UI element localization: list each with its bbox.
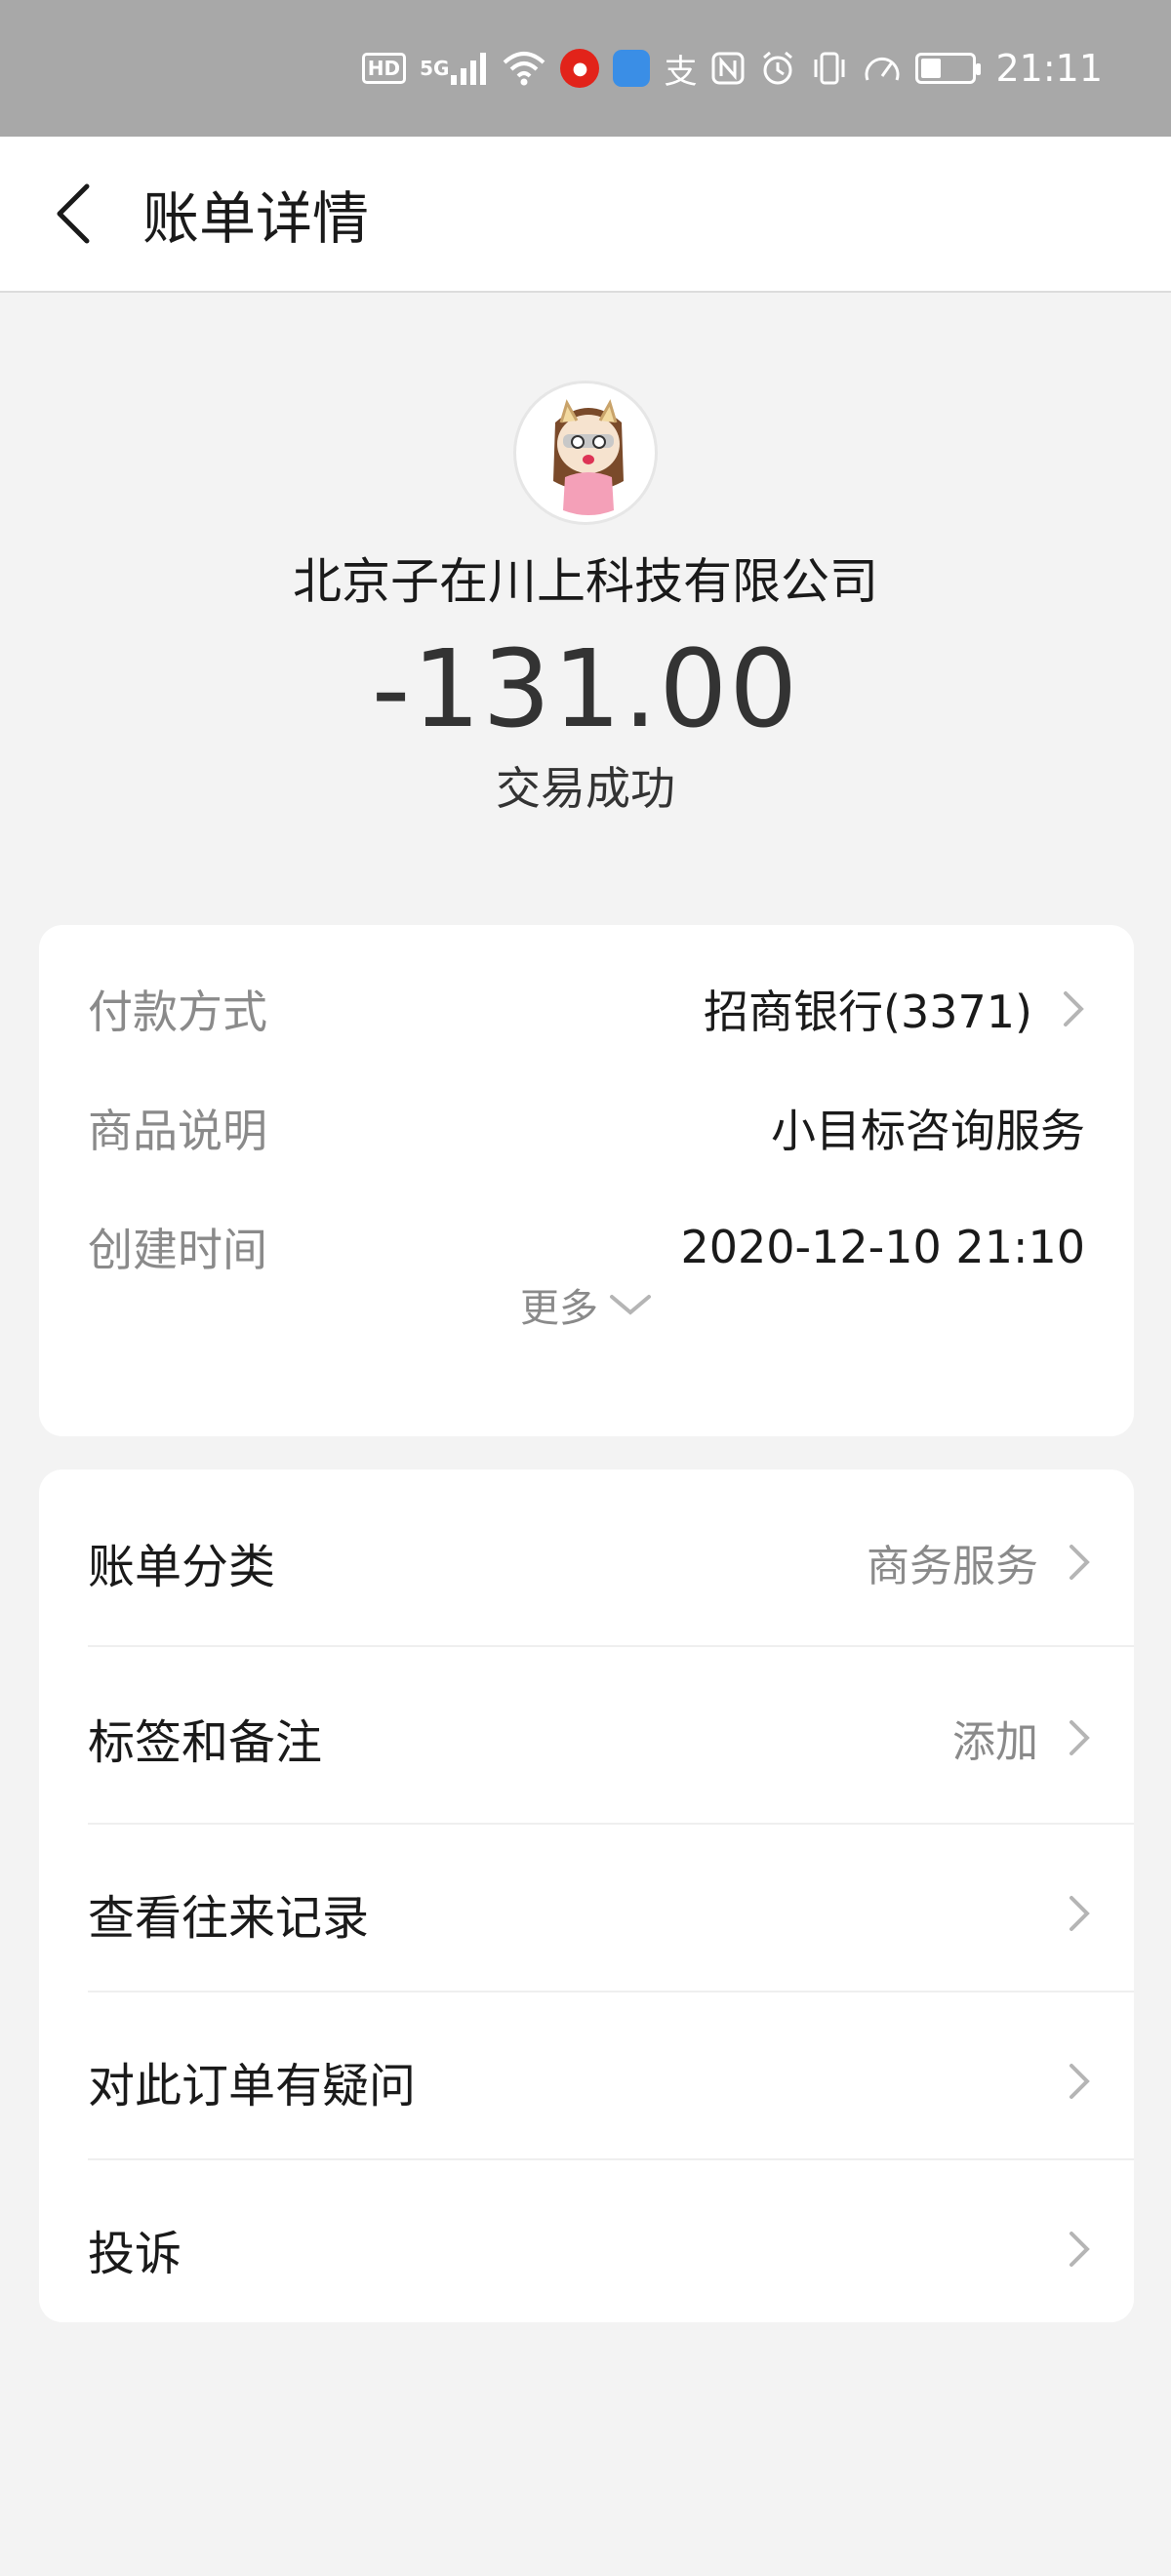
merchant-name: 北京子在川上科技有限公司	[293, 553, 878, 610]
detail-label: 创建时间	[88, 1224, 267, 1276]
divider	[88, 1645, 1134, 1647]
status-bar: HD 5G ● 支 21:11	[0, 0, 1171, 137]
alipay-icon: 支	[664, 52, 698, 92]
app-blue-icon	[613, 50, 651, 87]
signal-icon: 5G	[420, 52, 488, 85]
app-header: 账单详情	[0, 137, 1171, 293]
transaction-amount: -131.00	[371, 626, 800, 751]
action-label: 投诉	[88, 2227, 182, 2281]
divider	[88, 1991, 1134, 1992]
merchant-avatar	[513, 381, 658, 525]
chevron-right-icon	[1070, 1720, 1090, 1755]
speed-icon	[863, 51, 902, 86]
detail-label: 商品说明	[88, 1105, 267, 1157]
action-row-order-question[interactable]: 对此订单有疑问	[88, 2037, 1134, 2125]
page-title: 账单详情	[142, 185, 370, 252]
chevron-right-icon	[1070, 2232, 1090, 2267]
detail-row-payment-method[interactable]: 付款方式 招商银行(3371)	[88, 970, 1085, 1048]
detail-value: 招商银行(3371)	[704, 986, 1032, 1038]
divider	[88, 1823, 1134, 1825]
action-value: 商务服务	[867, 1542, 1038, 1591]
detail-value: 2020-12-10 21:10	[680, 1221, 1085, 1273]
hd-icon: HD	[361, 53, 407, 84]
action-row-bill-category[interactable]: 账单分类 商务服务	[88, 1518, 1134, 1606]
back-button[interactable]	[0, 136, 146, 292]
more-label: 更多	[520, 1286, 598, 1331]
action-label: 账单分类	[88, 1540, 276, 1594]
divider	[88, 2158, 1134, 2160]
chevron-right-icon	[1064, 991, 1084, 1026]
app-red-icon: ●	[560, 49, 600, 88]
nfc-icon	[710, 51, 746, 86]
action-row-history[interactable]: 查看往来记录	[88, 1870, 1134, 1957]
detail-label: 付款方式	[88, 986, 267, 1038]
vibrate-icon	[810, 51, 849, 86]
chevron-right-icon	[1070, 1896, 1090, 1931]
alarm-icon	[759, 50, 796, 87]
bill-summary: 北京子在川上科技有限公司 -131.00 交易成功	[0, 381, 1171, 818]
battery-icon	[915, 53, 982, 84]
action-label: 查看往来记录	[88, 1891, 370, 1946]
chevron-right-icon	[1070, 2064, 1090, 2099]
chevron-down-icon	[610, 1295, 651, 1315]
more-button[interactable]: 更多	[39, 1276, 1134, 1333]
action-label: 对此订单有疑问	[88, 2059, 417, 2113]
detail-row-created-time: 创建时间 2020-12-10 21:10	[88, 1208, 1085, 1286]
back-arrow-icon	[57, 183, 90, 244]
action-row-tags-notes[interactable]: 标签和备注 添加	[88, 1694, 1134, 1782]
chevron-right-icon	[1070, 1545, 1090, 1580]
network-type: 5G	[420, 57, 450, 80]
action-row-complaint[interactable]: 投诉	[88, 2205, 1134, 2293]
detail-value: 小目标咨询服务	[771, 1105, 1085, 1157]
action-value: 添加	[952, 1717, 1038, 1767]
status-time: 21:11	[995, 47, 1103, 90]
actions-card: 账单分类 商务服务 标签和备注 添加 查看往来记录 对此订单有疑问 投诉	[39, 1469, 1134, 2322]
action-label: 标签和备注	[88, 1715, 323, 1770]
detail-row-description: 商品说明 小目标咨询服务	[88, 1089, 1085, 1167]
transaction-status: 交易成功	[496, 762, 675, 815]
wifi-icon	[502, 51, 546, 86]
details-card: 付款方式 招商银行(3371) 商品说明 小目标咨询服务 创建时间 2020-1…	[39, 925, 1134, 1436]
